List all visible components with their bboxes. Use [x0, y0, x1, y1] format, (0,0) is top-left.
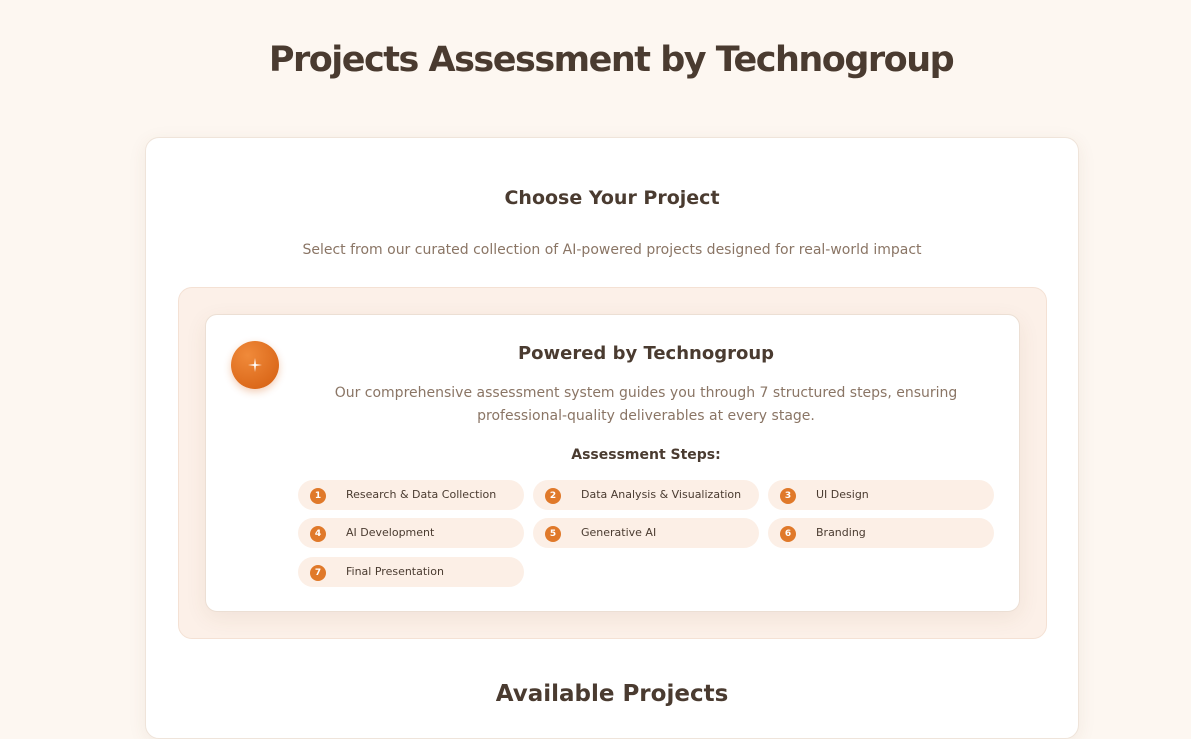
- step-item-data-analysis: 2 Data Analysis & Visualization: [533, 480, 759, 510]
- step-label: Final Presentation: [346, 565, 444, 578]
- step-item-final-presentation: 7 Final Presentation: [298, 557, 524, 587]
- step-number-badge: 1: [310, 488, 326, 504]
- step-number-badge: 5: [545, 526, 561, 542]
- step-label: Branding: [816, 526, 866, 539]
- page-title: Projects Assessment by Technogroup: [268, 40, 955, 80]
- sparkle-icon: [231, 341, 279, 389]
- step-label: Research & Data Collection: [346, 488, 497, 501]
- step-item-generative-ai: 5 Generative AI: [533, 518, 759, 548]
- available-projects-heading: Available Projects: [495, 681, 729, 707]
- step-label: UI Design: [816, 488, 869, 501]
- step-number-badge: 7: [310, 565, 326, 581]
- step-number-badge: 4: [310, 526, 326, 542]
- step-item-ui-design: 3 UI Design: [768, 480, 994, 510]
- choose-project-heading: Choose Your Project: [504, 187, 720, 209]
- step-label: Generative AI: [581, 526, 657, 539]
- step-label: Data Analysis & Visualization: [581, 488, 742, 501]
- step-item-branding: 6 Branding: [768, 518, 994, 548]
- step-number-badge: 3: [780, 488, 796, 504]
- feature-panel: Powered by Technogroup Our comprehensive…: [178, 287, 1047, 639]
- step-item-ai-development: 4 AI Development: [298, 518, 524, 548]
- step-item-research: 1 Research & Data Collection: [298, 480, 524, 510]
- project-chooser-card: Choose Your Project Select from our cura…: [145, 137, 1079, 739]
- step-label: AI Development: [346, 526, 435, 539]
- assessment-steps-heading: Assessment Steps:: [571, 447, 721, 463]
- step-number-badge: 6: [780, 526, 796, 542]
- technogroup-feature-card: Powered by Technogroup Our comprehensive…: [205, 314, 1020, 612]
- choose-project-subtitle: Select from our curated collection of AI…: [302, 242, 922, 258]
- step-number-badge: 2: [545, 488, 561, 504]
- feature-description: Our comprehensive assessment system guid…: [334, 385, 958, 424]
- feature-title: Powered by Technogroup: [517, 343, 775, 364]
